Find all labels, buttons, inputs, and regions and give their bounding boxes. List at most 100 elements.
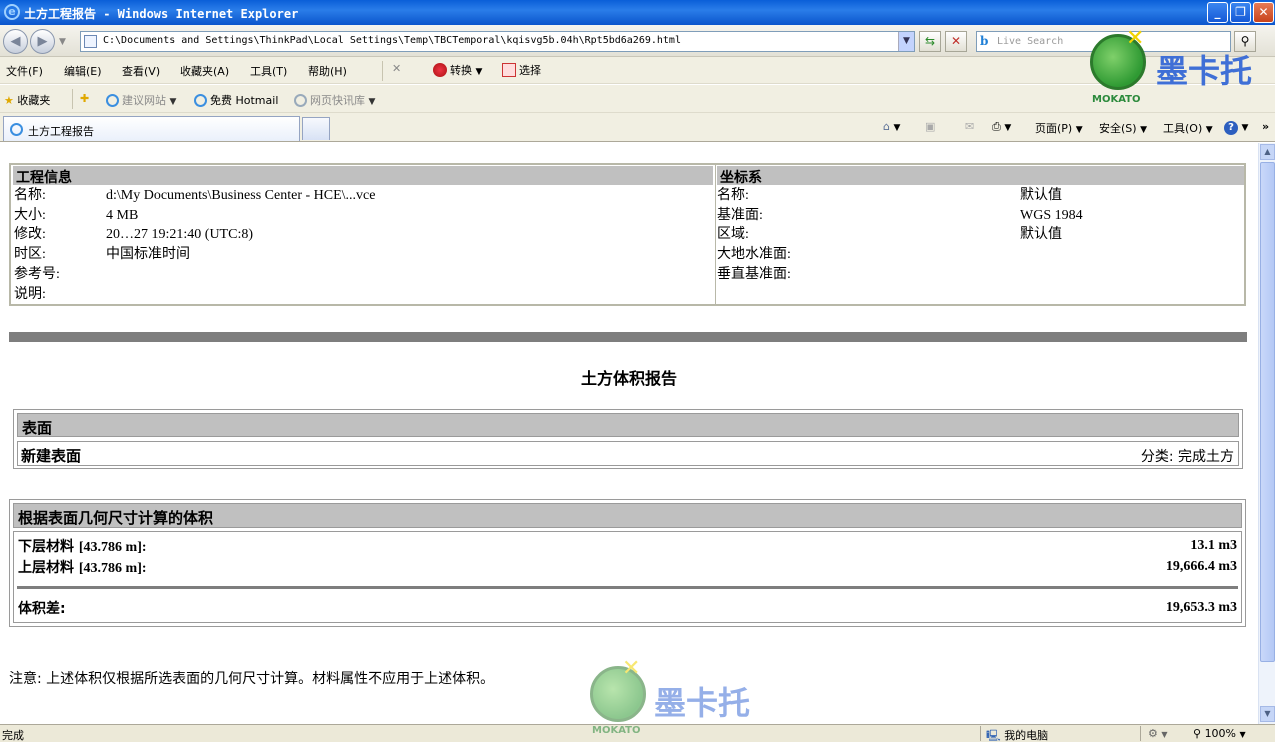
volume-header: 根据表面几何尺寸计算的体积 bbox=[13, 503, 1242, 528]
address-bar[interactable]: C:\Documents and Settings\ThinkPad\Local… bbox=[80, 31, 915, 52]
select-button[interactable]: 选择 bbox=[502, 62, 541, 78]
project-row: 时区: 中国标准时间 bbox=[14, 245, 714, 265]
refresh-button[interactable]: ⇆ bbox=[919, 31, 941, 52]
page-content: 工程信息 坐标系 名称: d:\My Documents\Business Cen… bbox=[0, 143, 1258, 724]
row-label: 修改: bbox=[14, 227, 46, 243]
page-menu-label: 页面(P) bbox=[1035, 122, 1073, 135]
close-button[interactable]: ✕ bbox=[1253, 2, 1274, 23]
forward-button[interactable]: ▶ bbox=[30, 29, 55, 54]
lower-material-label: 下层材料 bbox=[18, 539, 74, 555]
maximize-button[interactable]: ❐ bbox=[1230, 2, 1251, 23]
zoom-label: 100% bbox=[1204, 727, 1237, 740]
ie-page-icon bbox=[294, 94, 307, 107]
row-value: 中国标准时间 bbox=[106, 247, 190, 263]
help-icon: ? bbox=[1224, 121, 1238, 135]
tools-menu-label: 工具(O) bbox=[1163, 122, 1203, 135]
zone-label: 我的电脑 bbox=[1004, 729, 1049, 742]
safety-menu[interactable]: 安全(S) ▼ bbox=[1099, 120, 1147, 136]
menu-file[interactable]: 文件(F) bbox=[6, 63, 43, 79]
home-button[interactable]: ⌂ ▼ bbox=[883, 120, 900, 133]
status-text: 完成 bbox=[2, 729, 24, 742]
menu-bar: 文件(F) 编辑(E) 查看(V) 收藏夹(A) 工具(T) 帮助(H) ✕ 转… bbox=[0, 57, 1275, 84]
feeds-icon[interactable]: ▣ bbox=[925, 120, 935, 133]
surface-category: 分类: 完成土方 bbox=[1140, 449, 1234, 465]
print-button[interactable]: ⎙ ▼ bbox=[992, 120, 1011, 134]
chevron-more-icon[interactable]: » bbox=[1262, 120, 1269, 133]
window-title: 土方工程报告 - Windows Internet Explorer bbox=[24, 7, 299, 21]
new-tab-button[interactable] bbox=[302, 117, 330, 140]
row-value: 默认值 bbox=[1020, 227, 1062, 243]
fav-item-suggested-sites[interactable]: 建议网站 ▼ bbox=[106, 92, 176, 108]
scroll-down-icon[interactable]: ▼ bbox=[1260, 706, 1275, 722]
row-value: 20…27 19:21:40 (UTC:8) bbox=[106, 227, 253, 243]
select-icon bbox=[502, 63, 516, 77]
address-url: C:\Documents and Settings\ThinkPad\Local… bbox=[103, 35, 681, 46]
info-divider bbox=[715, 165, 716, 304]
row-label: 时区: bbox=[14, 247, 46, 263]
project-row: 名称: d:\My Documents\Business Center - HCE… bbox=[14, 186, 714, 206]
address-dropdown-icon[interactable]: ▼ bbox=[898, 32, 914, 51]
tools-menu[interactable]: 工具(O) ▼ bbox=[1163, 120, 1213, 136]
info-panel: 工程信息 坐标系 名称: d:\My Documents\Business Cen… bbox=[9, 163, 1246, 306]
fav-separator bbox=[72, 89, 73, 109]
volume-difference-label: 体积差: bbox=[18, 601, 66, 617]
menu-favorites[interactable]: 收藏夹(A) bbox=[180, 63, 229, 79]
protected-mode-icon[interactable]: ⚙ ▼ bbox=[1148, 727, 1168, 740]
menu-help[interactable]: 帮助(H) bbox=[308, 63, 347, 79]
volume-body: 下层材料 [43.786 m]: 13.1 m3 上层材料 [43.786 m]… bbox=[13, 531, 1242, 623]
project-row: 参考号: bbox=[14, 265, 714, 285]
row-label: 大小: bbox=[14, 207, 46, 223]
scroll-up-icon[interactable]: ▲ bbox=[1260, 144, 1275, 160]
add-favorite-icon[interactable]: ✚ bbox=[80, 92, 89, 105]
star-icon: ★ bbox=[4, 94, 14, 107]
mail-icon[interactable]: ✉ bbox=[965, 120, 974, 133]
search-input[interactable]: b Live Search bbox=[976, 31, 1231, 52]
address-toolbar: ◀ ▶ ▼ C:\Documents and Settings\ThinkPad… bbox=[0, 25, 1275, 57]
project-row: 修改: 20…27 19:21:40 (UTC:8) bbox=[14, 225, 714, 245]
back-button[interactable]: ◀ bbox=[3, 29, 28, 54]
row-label: 名称: bbox=[14, 188, 46, 203]
search-button[interactable]: ⚲ bbox=[1234, 31, 1256, 52]
project-row: 说明: bbox=[14, 285, 714, 305]
minimize-button[interactable]: _ bbox=[1207, 2, 1228, 23]
favorites-button[interactable]: ★ 收藏夹 bbox=[4, 92, 50, 108]
volume-difference-value: 19,653.3 m3 bbox=[1165, 600, 1237, 615]
page-menu[interactable]: 页面(P) ▼ bbox=[1035, 120, 1083, 136]
fav-item-hotmail[interactable]: 免费 Hotmail bbox=[194, 92, 278, 108]
help-button[interactable]: ? ▼ bbox=[1224, 120, 1248, 135]
upper-material-label: 上层材料 bbox=[18, 560, 74, 576]
status-bar: 完成 🖳 我的电脑 ⚙ ▼ ⚲ 100% ▼ bbox=[0, 724, 1275, 742]
menu-edit[interactable]: 编辑(E) bbox=[64, 63, 102, 79]
tab-bar: 土方工程报告 bbox=[0, 113, 1275, 142]
tab-active[interactable]: 土方工程报告 bbox=[3, 116, 300, 141]
row-label: 基准面: bbox=[717, 207, 763, 223]
ie-logo-icon: e bbox=[4, 4, 20, 20]
vertical-scrollbar[interactable]: ▲ ▼ bbox=[1258, 143, 1275, 724]
volume-panel: 根据表面几何尺寸计算的体积 下层材料 [43.786 m]: 13.1 m3 上… bbox=[9, 499, 1246, 627]
coord-row: 区域: 默认值 bbox=[717, 225, 1244, 245]
volume-rule bbox=[17, 586, 1238, 589]
upper-material-value: 19,666.4 m3 bbox=[1165, 559, 1237, 574]
row-value: 默认值 bbox=[1020, 188, 1062, 203]
project-info-header: 工程信息 bbox=[13, 166, 713, 186]
convert-button[interactable]: 转换 ▼ bbox=[433, 62, 482, 78]
zoom-control[interactable]: ⚲ 100% ▼ bbox=[1193, 727, 1246, 740]
title-bar: e 土方工程报告 - Windows Internet Explorer _ ❐… bbox=[0, 0, 1275, 25]
menu-tools[interactable]: 工具(T) bbox=[250, 63, 287, 79]
scroll-thumb[interactable] bbox=[1260, 162, 1275, 662]
surface-name: 新建表面 bbox=[21, 447, 82, 465]
volume-note: 注意: 上述体积仅根据所选表面的几何尺寸计算。材料属性不应用于上述体积。 bbox=[9, 671, 495, 687]
fav-item-web-slice[interactable]: 网页快讯库 ▼ bbox=[294, 92, 375, 108]
row-value: WGS 1984 bbox=[1020, 207, 1083, 223]
coord-row: 垂直基准面: bbox=[717, 265, 1244, 285]
select-label: 选择 bbox=[519, 64, 541, 77]
lower-material: 下层材料 [43.786 m]: bbox=[18, 536, 147, 556]
print-icon: ⎙ bbox=[992, 120, 1001, 133]
row-label: 说明: bbox=[14, 286, 46, 302]
stop-button[interactable]: ✕ bbox=[945, 31, 967, 52]
coord-row: 名称: 默认值 bbox=[717, 186, 1244, 206]
history-dropdown-icon[interactable]: ▼ bbox=[59, 37, 66, 47]
close-toolbar-icon[interactable]: ✕ bbox=[392, 62, 401, 75]
ie-page-icon bbox=[194, 94, 207, 107]
menu-view[interactable]: 查看(V) bbox=[122, 63, 160, 79]
